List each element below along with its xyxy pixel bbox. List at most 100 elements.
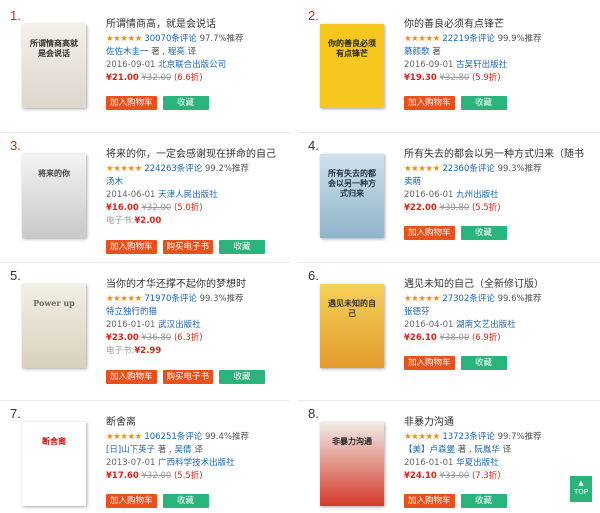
book-cover[interactable]: 遇见未知的自己: [320, 284, 384, 368]
add-to-cart-button[interactable]: 加入购物车: [404, 356, 455, 370]
book-cover[interactable]: 所谓情商高就是会说话: [22, 24, 86, 108]
publish-date: 2016-06-01: [404, 190, 454, 200]
book-info: 断舍离 ★★★★★ 106251条评论 99.4%推荐 [日]山下英子 著 , …: [106, 416, 296, 482]
original-price: ¥32.00: [141, 203, 172, 213]
publish-row: 2016-09-01 北京联合出版公司: [106, 60, 296, 71]
discount: (6.3折): [173, 333, 203, 343]
book-title[interactable]: 非暴力沟通: [404, 416, 594, 430]
book-title[interactable]: 断舍离: [106, 416, 296, 430]
rating-row: ★★★★★ 13723条评论 99.7%推荐: [404, 432, 594, 443]
review-count-link[interactable]: 22360条评论: [442, 164, 495, 174]
publisher-link[interactable]: 九州出版社: [456, 190, 499, 200]
publisher-link[interactable]: 华夏出版社: [456, 458, 499, 468]
author-link[interactable]: 慕颜歌: [404, 47, 430, 57]
favorite-button[interactable]: 收藏: [460, 356, 507, 370]
author-link[interactable]: 张德芬: [404, 307, 430, 317]
publisher-link[interactable]: 湖南文艺出版社: [456, 320, 516, 330]
add-to-cart-button[interactable]: 加入购物车: [404, 494, 455, 508]
book-title[interactable]: 所有失去的都会以另一种方式归来（随书: [404, 148, 594, 162]
price: ¥19.30: [404, 73, 437, 83]
author-row: 佐佐木圭一 著 , 程亮 译: [106, 47, 197, 57]
book-info: 所有失去的都会以另一种方式归来（随书 ★★★★★ 22360条评论 99.3%推…: [404, 148, 594, 214]
review-count-link[interactable]: 30070条评论: [144, 34, 197, 44]
favorite-button[interactable]: 收藏: [162, 494, 209, 508]
translator-link[interactable]: 吴倩: [174, 445, 191, 455]
rank-number: 3.: [10, 138, 21, 153]
price-row: ¥22.00 ¥39.80 (5.5折): [404, 203, 594, 214]
book-title[interactable]: 遇见未知的自己（全新修订版）: [404, 278, 594, 292]
back-to-top-button[interactable]: ▲ TOP: [570, 476, 592, 502]
author-role: 著: [432, 47, 441, 57]
publish-date: 2016-09-01: [106, 60, 156, 70]
review-count-link[interactable]: 27302条评论: [442, 294, 495, 304]
publisher-link[interactable]: 古吴轩出版社: [456, 60, 507, 70]
author-link[interactable]: [日]山下英子: [106, 445, 155, 455]
star-rating-icon: ★★★★★: [404, 432, 440, 442]
price-row: ¥23.00 ¥36.80 (6.3折): [106, 333, 296, 344]
book-info: 遇见未知的自己（全新修订版） ★★★★★ 27302条评论 99.6%推荐 张德…: [404, 278, 594, 344]
review-count-link[interactable]: 106251条评论: [144, 432, 202, 442]
favorite-button[interactable]: 收藏: [460, 226, 507, 240]
add-to-cart-button[interactable]: 加入购物车: [106, 240, 157, 254]
price-row: ¥19.30 ¥32.80 (5.9折): [404, 73, 594, 84]
book-title[interactable]: 所谓情商高，就是会说话: [106, 18, 296, 32]
publisher-link[interactable]: 北京联合出版公司: [158, 60, 226, 70]
star-rating-icon: ★★★★★: [106, 164, 142, 174]
translator-link[interactable]: 程亮: [168, 47, 185, 57]
rank-number: 2.: [308, 8, 319, 23]
add-to-cart-button[interactable]: 加入购物车: [106, 370, 157, 384]
book-cover[interactable]: 将来的你: [22, 154, 86, 238]
book-title[interactable]: 将来的你，一定会感谢现在拼命的自己: [106, 148, 296, 162]
ebook-label: 电子书:: [106, 216, 135, 226]
book-title[interactable]: 当你的才华还撑不起你的梦想时: [106, 278, 296, 292]
favorite-button[interactable]: 收藏: [460, 96, 507, 110]
price: ¥24.10: [404, 471, 437, 481]
publish-date: 2016-01-01: [404, 458, 454, 468]
favorite-button[interactable]: 收藏: [460, 494, 507, 508]
favorite-button[interactable]: 收藏: [219, 240, 266, 254]
favorite-button[interactable]: 收藏: [219, 370, 266, 384]
book-cover[interactable]: Power up: [22, 284, 86, 368]
add-to-cart-button[interactable]: 加入购物车: [404, 96, 455, 110]
book-cover[interactable]: 断舍离: [22, 422, 86, 506]
divider: [298, 262, 600, 263]
action-buttons: 加入购物车 收藏: [404, 356, 507, 370]
review-count-link[interactable]: 22219条评论: [442, 34, 495, 44]
author-link[interactable]: 卖萌: [404, 177, 421, 187]
cover-title: 将来的你: [38, 168, 70, 178]
favorite-button[interactable]: 收藏: [162, 96, 209, 110]
book-cover[interactable]: 你的善良必须有点锋芒: [320, 24, 384, 108]
buy-ebook-button[interactable]: 购买电子书: [162, 240, 214, 254]
book-title[interactable]: 你的善良必须有点锋芒: [404, 18, 594, 32]
publisher-link[interactable]: 天津人民出版社: [158, 190, 218, 200]
author-link[interactable]: 汤木: [106, 177, 123, 187]
publish-row: 2013-07-01 广西科学技术出版社: [106, 458, 296, 469]
author-link[interactable]: 佐佐木圭一: [106, 47, 149, 57]
publisher-link[interactable]: 武汉出版社: [158, 320, 201, 330]
publish-date: 2016-01-01: [106, 320, 156, 330]
review-count-link[interactable]: 13723条评论: [442, 432, 495, 442]
translator-role: 译: [187, 47, 197, 57]
author-role: 著: [157, 445, 167, 455]
book-cover[interactable]: 非暴力沟通: [320, 422, 384, 506]
author-link[interactable]: 【美】卢森堡: [404, 445, 455, 455]
add-to-cart-button[interactable]: 加入购物车: [404, 226, 455, 240]
add-to-cart-button[interactable]: 加入购物车: [106, 96, 157, 110]
book-info: 非暴力沟通 ★★★★★ 13723条评论 99.7%推荐 【美】卢森堡 著 , …: [404, 416, 594, 482]
buy-ebook-button[interactable]: 购买电子书: [162, 370, 214, 384]
cover-title: 非暴力沟通: [332, 436, 372, 446]
publish-row: 2016-01-01 华夏出版社: [404, 458, 594, 469]
review-count-link[interactable]: 71970条评论: [144, 294, 197, 304]
ebook-price: ¥2.00: [134, 216, 162, 226]
divider: [298, 132, 600, 133]
publisher-link[interactable]: 广西科学技术出版社: [158, 458, 235, 468]
translator-role: 译: [502, 445, 512, 455]
rank-number: 4.: [308, 138, 319, 153]
review-count-link[interactable]: 224263条评论: [144, 164, 202, 174]
book-cover[interactable]: 所有失去的都会以另一种方式归来: [320, 154, 384, 238]
author-link[interactable]: 特立独行的猫: [106, 307, 157, 317]
add-to-cart-button[interactable]: 加入购物车: [106, 494, 157, 508]
translator-link[interactable]: 阮胤华: [474, 445, 500, 455]
author-role: 著: [151, 47, 160, 57]
price-row: ¥16.00 ¥32.00 (5.0折): [106, 203, 296, 214]
